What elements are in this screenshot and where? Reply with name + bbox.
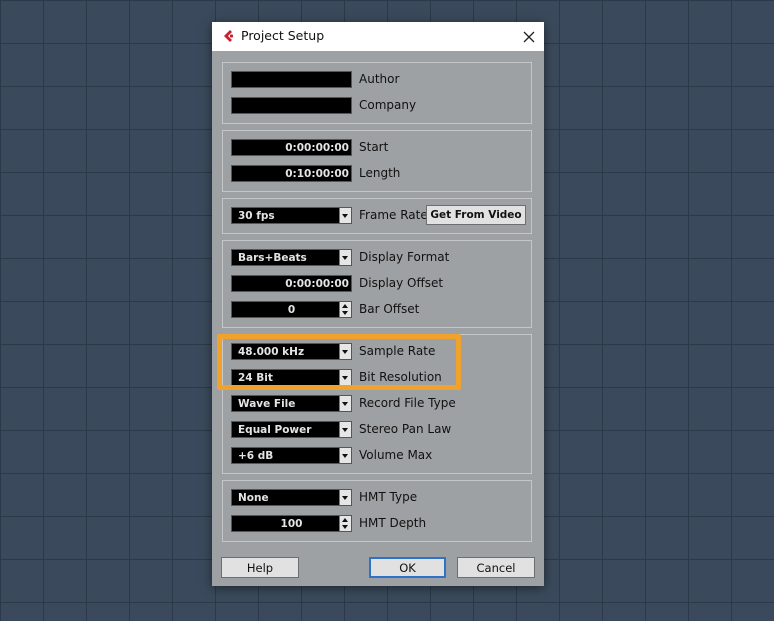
sample-rate-label: Sample Rate xyxy=(359,344,436,358)
chevron-down-icon xyxy=(339,448,351,463)
bar-offset-stepper[interactable]: 0 xyxy=(231,301,352,318)
length-label: Length xyxy=(359,166,401,180)
chevron-down-icon xyxy=(339,250,351,265)
chevron-down-icon xyxy=(339,490,351,505)
chevron-down-icon xyxy=(339,396,351,411)
company-label: Company xyxy=(359,98,417,112)
hmt-type-dropdown[interactable]: None xyxy=(231,489,352,506)
chevron-down-icon xyxy=(339,422,351,437)
sample-rate-dropdown[interactable]: 48.000 kHz xyxy=(231,343,352,360)
cancel-button[interactable]: Cancel xyxy=(457,557,535,578)
display-format-dropdown[interactable]: Bars+Beats xyxy=(231,249,352,266)
display-offset-label: Display Offset xyxy=(359,276,444,290)
display-format-label: Display Format xyxy=(359,250,450,264)
stereo-pan-law-label: Stereo Pan Law xyxy=(359,422,452,436)
hmt-depth-label: HMT Depth xyxy=(359,516,427,530)
close-button[interactable] xyxy=(516,24,542,49)
chevron-down-icon xyxy=(339,370,351,385)
bar-offset-value: 0 xyxy=(287,304,296,316)
author-label: Author xyxy=(359,72,400,86)
author-field[interactable] xyxy=(231,71,352,88)
chevron-down-icon xyxy=(339,344,351,359)
record-file-type-value: Wave File xyxy=(238,398,296,410)
frame-rate-value: 30 fps xyxy=(238,210,275,222)
bit-resolution-dropdown[interactable]: 24 Bit xyxy=(231,369,352,386)
volume-max-label: Volume Max xyxy=(359,448,433,462)
bit-resolution-value: 24 Bit xyxy=(238,372,273,384)
help-button[interactable]: Help xyxy=(221,557,299,578)
hmt-type-value: None xyxy=(238,492,269,504)
stereo-pan-law-value: Equal Power xyxy=(238,424,312,436)
record-file-type-dropdown[interactable]: Wave File xyxy=(231,395,352,412)
record-file-type-label: Record File Type xyxy=(359,396,456,410)
window-title: Project Setup xyxy=(241,28,325,43)
bit-resolution-label: Bit Resolution xyxy=(359,370,442,384)
cubase-logo-icon xyxy=(224,30,234,42)
stereo-pan-law-dropdown[interactable]: Equal Power xyxy=(231,421,352,438)
volume-max-value: +6 dB xyxy=(238,450,274,462)
company-field[interactable] xyxy=(231,97,352,114)
start-label: Start xyxy=(359,140,389,154)
volume-max-dropdown[interactable]: +6 dB xyxy=(231,447,352,464)
title-bar[interactable]: Project Setup xyxy=(212,22,544,51)
sample-rate-value: 48.000 kHz xyxy=(238,346,305,358)
ok-button[interactable]: OK xyxy=(369,557,446,578)
frame-rate-dropdown[interactable]: 30 fps xyxy=(231,207,352,224)
get-from-video-button[interactable]: Get From Video xyxy=(426,205,526,225)
hmt-depth-value: 100 xyxy=(280,518,303,530)
hmt-depth-stepper[interactable]: 100 xyxy=(231,515,352,532)
hmt-type-label: HMT Type xyxy=(359,490,418,504)
frame-rate-label: Frame Rate xyxy=(359,208,428,222)
close-icon xyxy=(523,31,535,42)
chevron-down-icon xyxy=(339,208,351,223)
spin-arrows-icon[interactable] xyxy=(339,302,351,317)
bar-offset-label: Bar Offset xyxy=(359,302,420,316)
display-offset-field[interactable]: 0:00:00:00 xyxy=(231,275,352,292)
project-setup-dialog: Project Setup Author Company 0:00:00:00 … xyxy=(212,22,544,586)
spin-arrows-icon[interactable] xyxy=(339,516,351,531)
length-field[interactable]: 0:10:00:00 xyxy=(231,165,352,182)
start-field[interactable]: 0:00:00:00 xyxy=(231,139,352,156)
display-format-value: Bars+Beats xyxy=(238,252,307,264)
